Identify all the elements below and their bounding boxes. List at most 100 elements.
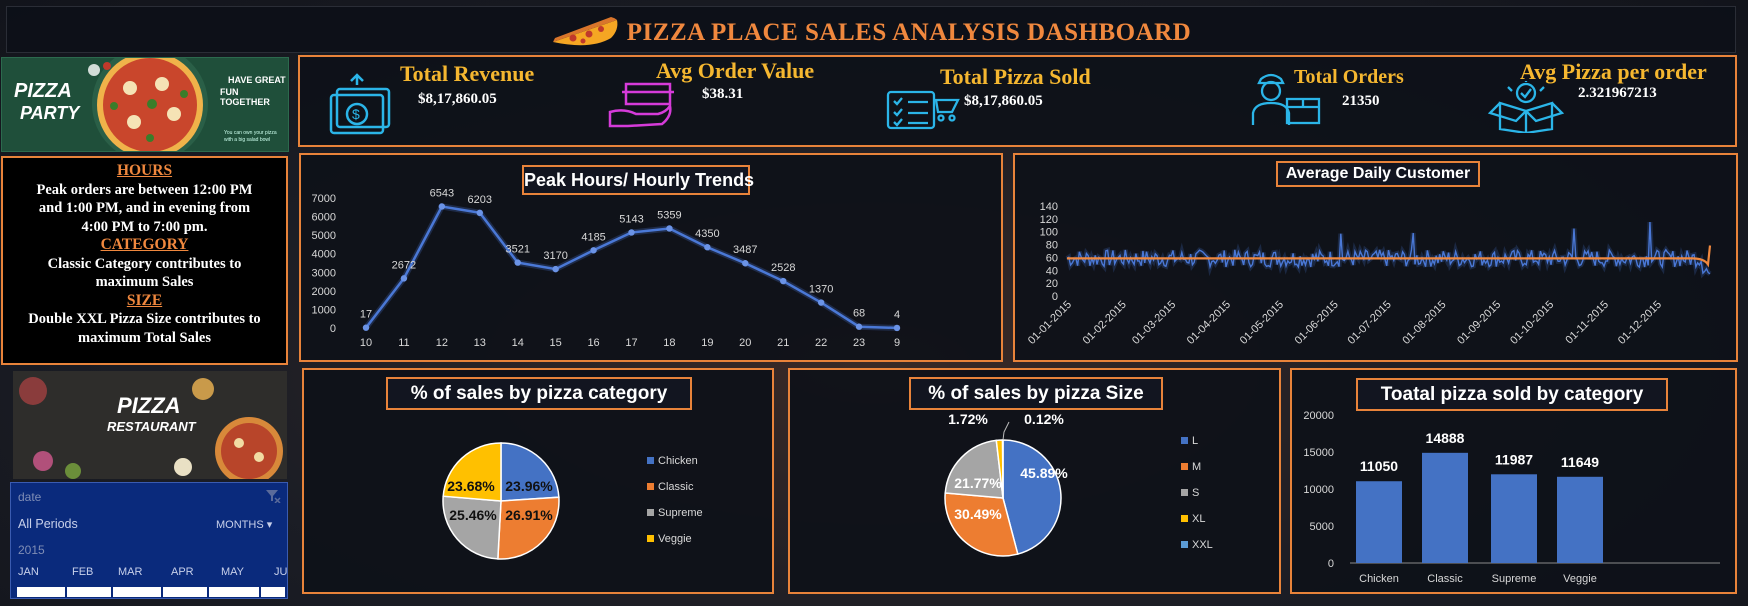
chevron-down-icon: ▾ [266,519,273,531]
x-tick-label: Classic [1427,573,1463,585]
data-point [893,324,901,332]
kpi-total-pizza-sold-value: $8,17,860.05 [964,93,1043,109]
data-label: 30.49% [954,506,1002,522]
data-point [817,299,825,306]
data-point [628,229,635,236]
data-label: 11987 [1495,451,1533,467]
x-tick-label: 01-12-2015 [1616,299,1664,347]
slicer-level-dropdown[interactable]: MONTHS ▾ [216,518,272,531]
insight-hours-line-2: and 1:00 PM, and in evening from [38,200,251,216]
data-point [780,277,787,285]
category-pie-chart: 23.96% 26.91% 25.46% 23.68% Chicken Classic Su… [442,442,703,560]
x-tick-label: 10 [360,337,372,349]
dashboard-title: PIZZA PLACE SALES ANALYSIS DASHBOARD [7,16,1735,50]
y-tick-label: 1000 [312,304,336,316]
banner-title-1: PIZZA [14,80,72,102]
data-label: 17 [360,309,372,321]
x-tick-label: 01-03-2015 [1130,299,1178,347]
banner-tagline-2: FUN TOGETHER [220,87,270,107]
data-label: 1370 [809,284,833,296]
y-tick-label: 20 [1046,278,1058,290]
clear-filter-icon[interactable] [265,489,281,503]
kpi-total-pizza-sold-label: Total Pizza Sold [940,64,1091,89]
legend-swatch [647,535,654,542]
y-tick-label: 140 [1040,201,1058,213]
timeline-bar-feb[interactable] [67,587,111,597]
kpi-total-revenue-value: $8,17,860.05 [418,91,497,107]
timeline-bar-jan[interactable] [17,587,65,597]
legend-swatch [1181,437,1188,444]
data-label: 5359 [657,209,681,221]
data-label: 4185 [581,231,605,243]
timeline-bar-jun[interactable] [261,587,285,597]
hourly-line-chart: 0 1000 2000 3000 4000 5000 6000 7000 17 10 2672 11 6… [312,187,901,349]
data-label: 2672 [392,259,416,271]
slicer-level-label: MONTHS [216,519,264,531]
kpi-avg-order-value-value: $38.31 [702,86,744,102]
data-label: 11649 [1561,454,1599,470]
data-point [476,209,483,217]
data-label: 25.46% [449,507,497,523]
title-bar: PIZZA PLACE SALES ANALYSIS DASHBOARD [6,6,1736,53]
data-label: 4350 [695,228,719,240]
daily-line-chart: 02040608010012014001-01-2015 01-02-2015 01… [1026,201,1712,347]
y-tick-label: 10000 [1303,484,1334,496]
month-mar[interactable]: MAR [118,566,142,578]
legend-swatch [647,509,654,516]
legend-label: XXL [1192,539,1213,551]
x-tick-label: 01-06-2015 [1293,299,1341,347]
data-point [552,265,559,273]
data-label: 2528 [771,262,795,274]
y-tick-label: 2000 [312,286,336,298]
insight-category-line-2: maximum Sales [95,274,194,290]
insights-panel: HOURS Peak orders are between 12:00 PM a… [1,156,288,365]
y-tick-label: 80 [1046,240,1058,252]
y-tick-label: 0 [330,323,336,335]
x-tick-label: 16 [587,337,599,349]
month-jan[interactable]: JAN [18,566,39,578]
data-point [438,203,446,210]
x-tick-label: 01-02-2015 [1081,299,1129,347]
data-point [742,260,749,267]
category-bar-chart: 0 5000 10000 15000 20000 11050 Chicken 14888 Cla… [1303,410,1720,585]
y-tick-label: 20000 [1303,410,1334,422]
hourly-trend-panel: Peak Hours/ Hourly Trends 0 1000 2000 3000 4… [299,153,1003,362]
bar-classic [1422,452,1468,563]
bar-chicken [1356,481,1402,563]
y-tick-label: 5000 [312,230,336,242]
data-label: 3487 [733,244,757,256]
kpi-panel: $ Total Revenue $8,17,860.05 Avg Order V… [298,55,1737,147]
y-tick-label: 0 [1052,291,1058,303]
x-tick-label: 19 [701,337,713,349]
insight-hours-heading: HOURS [116,162,173,179]
hand-box-icon [608,82,674,128]
y-tick-label: 3000 [312,267,336,279]
month-may[interactable]: MAY [221,566,244,578]
legend-label: XL [1192,513,1205,525]
x-tick-label: 18 [663,337,675,349]
month-feb[interactable]: FEB [72,566,93,578]
daily-customer-panel: Average Daily Customer 0 20 40 60 80 100 120 14… [1013,153,1738,362]
bar-supreme [1491,474,1537,563]
x-tick-label: 23 [853,337,865,349]
timeline-bar-mar[interactable] [113,587,161,597]
data-label: 68 [853,308,865,320]
slicer-selection-label: All Periods [18,517,78,531]
month-jun[interactable]: JU [274,566,287,578]
x-tick-label: 01-05-2015 [1238,299,1286,347]
leader-line [1002,421,1010,441]
insight-hours-line-1: Peak orders are between 12:00 PM [36,181,253,198]
month-apr[interactable]: APR [171,566,194,578]
y-tick-label: 40 [1046,265,1058,277]
date-timeline-slicer[interactable]: date All Periods MONTHS ▾ 2015 JAN FEB M… [10,482,288,599]
insight-size-line-2: maximum Total Sales [78,329,211,346]
data-label: 45.89% [1020,465,1068,481]
x-tick-label: 01-09-2015 [1455,299,1503,347]
timeline-bar-may[interactable] [209,587,259,597]
x-tick-label: 21 [777,337,789,349]
legend-label: Veggie [658,533,692,545]
legend-label: Chicken [658,455,698,467]
timeline-bar-apr[interactable] [163,587,207,597]
x-tick-label: 01-01-2015 [1026,299,1074,347]
legend-swatch [1181,515,1188,522]
